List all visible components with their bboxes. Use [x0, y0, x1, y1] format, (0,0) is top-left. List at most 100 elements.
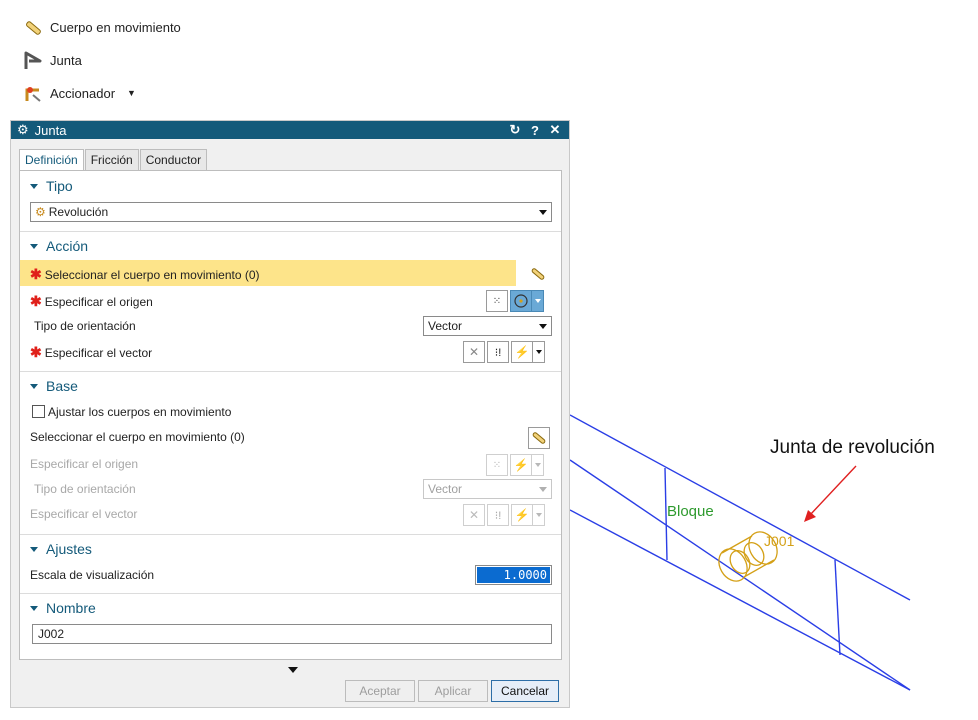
ok-button[interactable]: Aceptar: [345, 680, 415, 702]
joint-label: J001: [764, 533, 795, 549]
chevron-down-icon: [539, 323, 547, 329]
section-nombre-header[interactable]: Nombre: [30, 600, 96, 616]
reset-icon[interactable]: ↻: [507, 122, 523, 138]
divider: [20, 534, 561, 535]
lightning-point-icon: ⚡: [513, 458, 529, 472]
help-icon[interactable]: ?: [527, 123, 543, 138]
required-icon: ✱: [30, 344, 42, 360]
arc-center-icon: [514, 294, 528, 308]
ribbon-item-joint[interactable]: Junta: [22, 49, 82, 71]
ribbon-item-link-body[interactable]: Cuerpo en movimiento: [22, 16, 181, 38]
base-vector-options-dropdown: [533, 504, 545, 526]
base-specify-vector-label: Especificar el vector: [30, 507, 138, 521]
link-body-icon: [26, 21, 41, 35]
tab-conductor[interactable]: Conductor: [139, 149, 208, 170]
dialog-titlebar: ⚙ Junta ↻ ? ✕: [11, 121, 569, 139]
vector-icon: ⁝!: [494, 346, 502, 359]
chevron-down-icon: [534, 463, 541, 467]
vector-dialog-button[interactable]: ⁝!: [487, 341, 509, 363]
tab-friccion[interactable]: Fricción: [84, 149, 139, 170]
divider: [20, 231, 561, 232]
inferred-vector-button[interactable]: ⚡: [511, 341, 533, 363]
gear-icon: ⚙: [17, 122, 29, 137]
collapse-icon: [30, 243, 38, 249]
chevron-down-icon: [535, 350, 542, 354]
base-orientation-select: Vector: [423, 479, 552, 499]
select-body-label[interactable]: ✱ Seleccionar el cuerpo en movimiento (0): [30, 266, 260, 283]
ribbon-item-label: Junta: [50, 52, 82, 68]
base-select-body-label[interactable]: Seleccionar el cuerpo en movimiento (0): [30, 430, 245, 444]
more-options-icon[interactable]: [288, 667, 298, 673]
lightning-vector-icon: ⚡: [514, 508, 530, 522]
divider: [20, 371, 561, 372]
dialog-title: Junta: [34, 122, 67, 138]
definition-panel: Tipo ⚙ Revolución Acción ✱ Seleccionar el…: [19, 170, 562, 660]
joint-dialog: ⚙ Junta ↻ ? ✕ Definición Fricción Conduc…: [10, 120, 570, 708]
cross-icon: ✕: [468, 508, 480, 522]
base-reverse-direction-button: ✕: [463, 504, 485, 526]
required-icon: ✱: [30, 293, 42, 309]
vector-icon: ⁝!: [494, 509, 502, 522]
collapse-icon: [30, 183, 38, 189]
snap-bodies-label: Ajustar los cuerpos en movimiento: [48, 405, 232, 419]
section-title: Acción: [46, 238, 89, 254]
specify-vector-label[interactable]: ✱ Especificar el vector: [30, 344, 152, 361]
chevron-down-icon[interactable]: ▼: [127, 88, 136, 98]
close-icon[interactable]: ✕: [547, 122, 563, 138]
collapse-icon: [30, 605, 38, 611]
collapse-icon: [30, 383, 38, 389]
chevron-down-icon: [534, 299, 541, 303]
ribbon-item-label: Accionador: [50, 85, 116, 101]
section-accion-header[interactable]: Acción: [30, 238, 88, 254]
base-specify-origin-label: Especificar el origen: [30, 457, 139, 471]
display-scale-label: Escala de visualización: [30, 568, 155, 582]
apply-button[interactable]: Aplicar: [418, 680, 488, 702]
reverse-direction-button[interactable]: ✕: [463, 341, 485, 363]
section-title: Nombre: [46, 600, 96, 616]
joint-icon: [24, 51, 42, 69]
orientation-label: Tipo de orientación: [34, 319, 136, 333]
annotation-label: Junta de revolución: [770, 437, 935, 458]
display-scale-input[interactable]: 1.0000: [475, 565, 552, 585]
type-value: Revolución: [48, 205, 109, 219]
annotation-arrow: [804, 465, 857, 522]
base-select-body-button[interactable]: [528, 427, 550, 449]
block-label: Bloque: [667, 503, 714, 520]
select-body-button[interactable]: [527, 263, 549, 285]
point-dialog-button[interactable]: ⁙: [486, 290, 508, 312]
chevron-down-icon: [539, 209, 547, 215]
snap-bodies-checkbox[interactable]: [32, 405, 45, 418]
point-icon: ⁙: [492, 295, 502, 307]
point-icon: ⁙: [492, 459, 502, 471]
inferred-point-button[interactable]: [510, 290, 532, 312]
section-ajustes-header[interactable]: Ajustes: [30, 541, 92, 557]
dialog-tabs: Definición Fricción Conductor: [19, 149, 208, 171]
collapse-icon: [30, 546, 38, 552]
name-input[interactable]: J002: [32, 624, 552, 644]
tab-definicion[interactable]: Definición: [19, 149, 84, 171]
specify-origin-label[interactable]: ✱ Especificar el origen: [30, 293, 153, 310]
ribbon-item-driver[interactable]: Accionador ▼: [22, 82, 136, 104]
section-base-header[interactable]: Base: [30, 378, 78, 394]
section-title: Base: [46, 378, 78, 394]
base-inferred-point-button: ⚡: [510, 454, 532, 476]
cancel-button[interactable]: Cancelar: [491, 680, 559, 702]
section-tipo-header[interactable]: Tipo: [30, 178, 73, 194]
orientation-select[interactable]: Vector: [423, 316, 552, 336]
section-title: Ajustes: [46, 541, 92, 557]
driver-icon: [25, 87, 41, 102]
vector-options-dropdown[interactable]: [533, 341, 545, 363]
chevron-down-icon: [539, 486, 547, 492]
chevron-down-icon: [535, 513, 542, 517]
link-body-icon: [531, 268, 545, 280]
lightning-vector-icon: ⚡: [514, 345, 530, 359]
type-select[interactable]: ⚙ Revolución: [30, 202, 552, 222]
required-icon: ✱: [30, 266, 42, 282]
divider: [20, 593, 561, 594]
base-point-options-dropdown: [532, 454, 544, 476]
link-body-icon: [532, 432, 546, 444]
ribbon-item-label: Cuerpo en movimiento: [50, 19, 181, 35]
point-options-dropdown[interactable]: [532, 290, 544, 312]
base-vector-dialog-button: ⁝!: [487, 504, 509, 526]
base-point-dialog-button: ⁙: [486, 454, 508, 476]
